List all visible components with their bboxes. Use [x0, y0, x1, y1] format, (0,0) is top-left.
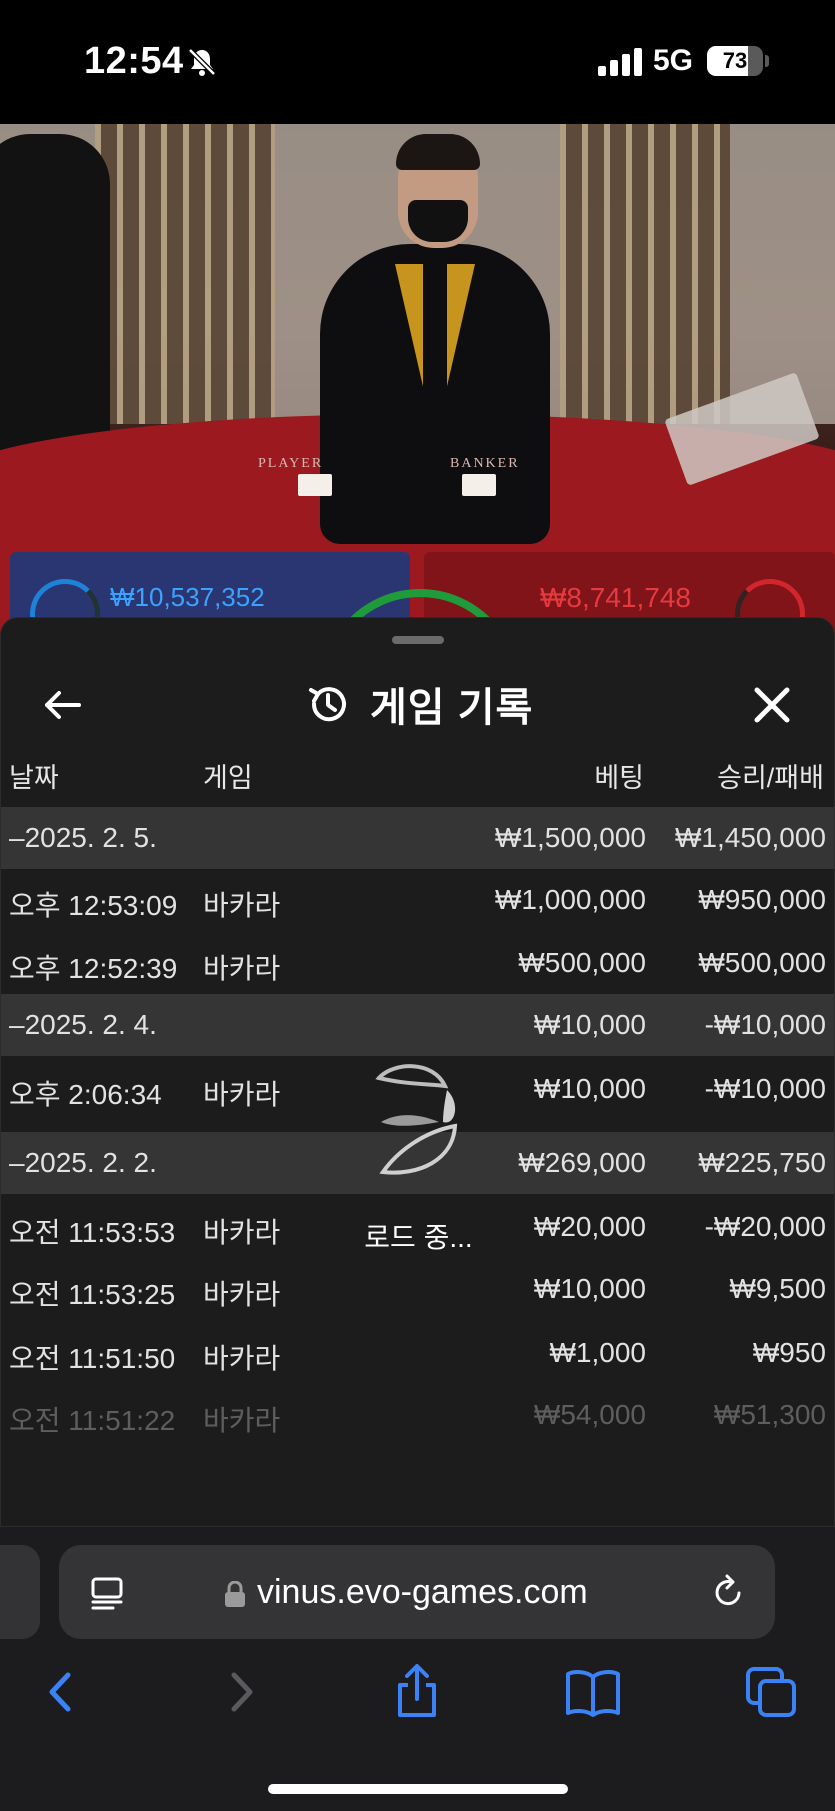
cell-date: –2025. 2. 2.	[9, 1147, 157, 1178]
cell-result: ₩9,500	[729, 1273, 827, 1304]
cell-bet: ₩10,000	[533, 1009, 646, 1040]
column-header-game[interactable]: 게임	[203, 756, 253, 795]
cell-result: ₩950,000	[698, 884, 826, 915]
cell-date: –2025. 2. 4.	[9, 1009, 157, 1040]
cell-bet: ₩54,000	[533, 1399, 646, 1430]
cell-date: 오후 2:06:34	[9, 1079, 162, 1110]
cell-result: ₩950	[752, 1337, 826, 1368]
cell-date: 오전 11:53:25	[9, 1279, 176, 1310]
cell-game: 바카라	[203, 1079, 281, 1110]
sheet-grabber[interactable]	[392, 636, 444, 644]
address-bar[interactable]: vinus.evo-games.com	[59, 1545, 775, 1639]
bell-muted-icon	[188, 48, 216, 76]
cell-bet: ₩500,000	[518, 947, 646, 978]
cell-bet: ₩10,000	[533, 1273, 646, 1304]
game-history-sheet: 게임 기록 날짜 게임 베팅 승리/패배 –2025. 2. 5. ₩1,500,…	[0, 617, 835, 1527]
table-row[interactable]: 오후 12:52:39 바카라 ₩500,000 ₩500,000	[1, 932, 834, 994]
banker-total: ₩8,741,748	[540, 582, 691, 613]
cell-date: 오전 11:53:53	[9, 1217, 176, 1248]
cell-date: 오후 12:52:39	[9, 953, 178, 984]
player-total: ₩10,537,352	[110, 582, 265, 612]
table-row[interactable]: 오전 11:51:50 바카라 ₩1,000 ₩950	[1, 1322, 834, 1384]
cell-game: 바카라	[203, 890, 281, 921]
status-time: 12:54	[84, 40, 184, 82]
home-indicator	[268, 1784, 568, 1794]
cell-game: 바카라	[203, 1405, 281, 1436]
cell-game: 바카라	[203, 953, 281, 984]
status-bar: 12:54 5G 73	[0, 0, 835, 124]
person-left	[0, 134, 110, 464]
reload-icon[interactable]	[709, 1573, 747, 1611]
date-group-row[interactable]: –2025. 2. 4. ₩10,000 -₩10,000	[1, 994, 834, 1056]
lock-icon	[225, 1581, 245, 1607]
reader-icon[interactable]	[89, 1575, 125, 1611]
cell-game: 바카라	[203, 1343, 281, 1374]
sheet-header: 게임 기록	[1, 658, 834, 748]
cell-date: 오전 11:51:22	[9, 1405, 176, 1436]
battery-percent: 73	[722, 48, 748, 73]
network-type: 5G	[653, 44, 694, 77]
date-group-row[interactable]: –2025. 2. 5. ₩1,500,000 ₩1,450,000	[1, 807, 834, 869]
table-row[interactable]: 오후 12:53:09 바카라 ₩1,000,000 ₩950,000	[1, 869, 834, 931]
live-video-stream[interactable]: PLAYER BANKER 54% 45% ₩10,537,352 ₩8,741…	[0, 124, 835, 644]
table-row[interactable]: 오전 11:53:25 바카라 ₩10,000 ₩9,500	[1, 1258, 834, 1320]
cell-date: –2025. 2. 5.	[9, 822, 157, 853]
cell-game: 바카라	[203, 1279, 281, 1310]
book-icon[interactable]	[564, 1663, 622, 1721]
previous-tab-peek[interactable]	[0, 1545, 40, 1639]
cell-result: -₩20,000	[704, 1211, 826, 1242]
loading-text: 로드 중...	[364, 1222, 473, 1253]
cell-bet: ₩269,000	[518, 1147, 646, 1178]
loading-spinner-icon	[375, 1064, 458, 1175]
close-icon[interactable]	[747, 680, 797, 730]
battery-tip	[765, 55, 769, 67]
cell-result: -₩10,000	[704, 1009, 826, 1040]
cell-bet: ₩1,500,000	[495, 822, 646, 853]
dealer-mask	[408, 200, 468, 242]
arrow-left-icon[interactable]	[37, 680, 87, 730]
cell-date: 오후 12:53:09	[9, 890, 178, 921]
table-label-player: PLAYER	[258, 456, 324, 471]
column-header-date[interactable]: 날짜	[9, 756, 59, 795]
cell-result: ₩500,000	[698, 947, 826, 978]
column-header-result[interactable]: 승리/패배	[717, 756, 824, 795]
cell-result: ₩51,300	[713, 1399, 826, 1430]
share-icon[interactable]	[388, 1663, 446, 1721]
history-icon	[309, 687, 346, 722]
battery-icon: 73	[707, 46, 763, 76]
cell-bet: ₩20,000	[533, 1211, 646, 1242]
chevron-right-icon[interactable]	[212, 1663, 270, 1721]
cell-result: ₩1,450,000	[675, 822, 826, 853]
cell-result: ₩225,750	[698, 1147, 826, 1178]
cell-game: 바카라	[203, 1217, 281, 1248]
sheet-title-group: 게임 기록	[306, 676, 533, 732]
playing-card	[298, 474, 332, 496]
cellular-signal-icon	[598, 48, 642, 76]
tabs-icon[interactable]	[742, 1663, 800, 1721]
cell-bet: ₩10,000	[533, 1073, 646, 1104]
url-text: vinus.evo-games.com	[257, 1573, 588, 1611]
playing-card	[462, 474, 496, 496]
lattice-screen-right	[560, 124, 730, 424]
table-label-banker: BANKER	[450, 456, 520, 471]
lattice-screen-left	[95, 124, 275, 424]
column-header-bet[interactable]: 베팅	[594, 756, 644, 795]
dealer-hair	[396, 134, 480, 170]
cell-result: -₩10,000	[704, 1073, 826, 1104]
table-row[interactable]: 오전 11:51:22 바카라 ₩54,000 ₩51,300	[1, 1384, 834, 1446]
cell-bet: ₩1,000,000	[495, 884, 646, 915]
browser-toolbar: vinus.evo-games.com	[0, 1527, 835, 1811]
cell-bet: ₩1,000	[549, 1337, 647, 1368]
chevron-left-icon[interactable]	[32, 1663, 90, 1721]
sheet-title: 게임 기록	[370, 686, 534, 730]
cell-date: 오전 11:51:50	[9, 1343, 176, 1374]
